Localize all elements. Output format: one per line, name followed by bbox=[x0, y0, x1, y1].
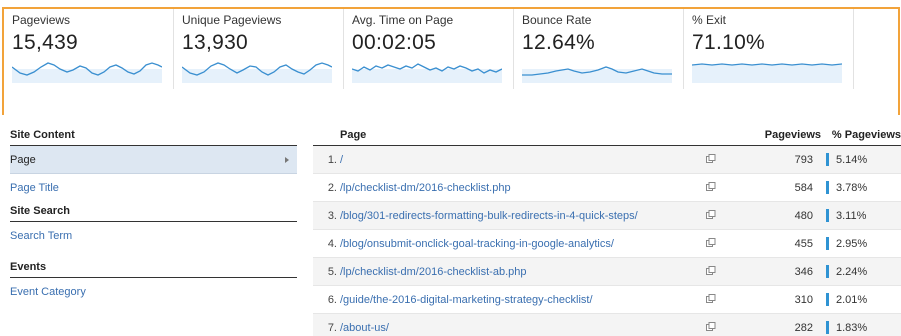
table-row: 7./about-us/282 1.83% bbox=[313, 314, 901, 336]
pct-pageviews-value: 2.24% bbox=[836, 266, 868, 278]
pageviews-value: 455 bbox=[794, 238, 813, 250]
nav-item-page[interactable]: Page bbox=[10, 146, 297, 174]
table-row: 1./ 793 5.14% bbox=[313, 146, 901, 174]
metric-avg-time-on-page[interactable]: Avg. Time on Page 00:02:05 bbox=[344, 9, 514, 89]
pct-bar bbox=[826, 181, 829, 194]
pct-bar bbox=[826, 153, 829, 166]
metric-unique-pageviews[interactable]: Unique Pageviews 13,930 bbox=[174, 9, 344, 89]
page-link[interactable]: /guide/the-2016-digital-marketing-strate… bbox=[340, 294, 593, 306]
pct-pageviews-value: 1.83% bbox=[836, 322, 868, 334]
metric-label: Pageviews bbox=[12, 13, 71, 27]
metric-label: Unique Pageviews bbox=[182, 13, 282, 27]
row-index: 3. bbox=[327, 210, 337, 222]
pageviews-value: 584 bbox=[794, 182, 813, 194]
metric-label: % Exit bbox=[692, 13, 727, 27]
open-page-icon[interactable] bbox=[706, 322, 716, 332]
pageviews-value: 480 bbox=[794, 210, 813, 222]
table-row: 4./blog/onsubmit-onclick-goal-tracking-i… bbox=[313, 230, 901, 258]
pct-pageviews-value: 3.11% bbox=[836, 210, 867, 222]
table-row: 5./lp/checklist-dm/2016-checklist-ab.php… bbox=[313, 258, 901, 286]
table-row: 6./guide/the-2016-digital-marketing-stra… bbox=[313, 286, 901, 314]
open-page-icon[interactable] bbox=[706, 154, 716, 164]
nav-item-search-term[interactable]: Search Term bbox=[10, 222, 297, 250]
nav-section-site-search: Site Search bbox=[10, 202, 297, 222]
table-row: 3./blog/301-redirects-formatting-bulk-re… bbox=[313, 202, 901, 230]
pct-pageviews-value: 2.95% bbox=[836, 238, 868, 250]
metric-label: Bounce Rate bbox=[522, 13, 592, 27]
left-nav: Site Content Page Page Title Site Search… bbox=[10, 126, 297, 306]
row-index: 7. bbox=[327, 322, 337, 334]
open-page-icon[interactable] bbox=[706, 266, 716, 276]
metric-pageviews[interactable]: Pageviews 15,439 bbox=[4, 9, 174, 89]
column-header-pct-pageviews[interactable]: % Pageviews bbox=[832, 129, 901, 141]
page-link[interactable]: /lp/checklist-dm/2016-checklist-ab.php bbox=[340, 266, 526, 278]
nav-section-events: Events bbox=[10, 258, 297, 278]
sparkline-unique-pageviews bbox=[182, 62, 332, 83]
metric-value: 13,930 bbox=[182, 31, 249, 54]
metric-value: 15,439 bbox=[12, 31, 79, 54]
pct-bar bbox=[826, 321, 829, 334]
metric-value: 00:02:05 bbox=[352, 31, 437, 54]
pct-pageviews-value: 5.14% bbox=[836, 154, 868, 166]
page-link[interactable]: /blog/301-redirects-formatting-bulk-redi… bbox=[340, 210, 638, 222]
sparkline-pct-exit bbox=[692, 63, 842, 83]
pct-pageviews-value: 2.01% bbox=[836, 294, 868, 306]
metric-pct-exit[interactable]: % Exit 71.10% bbox=[684, 9, 854, 89]
column-header-page[interactable]: Page bbox=[340, 129, 366, 141]
pageviews-value: 346 bbox=[794, 266, 813, 278]
pct-pageviews-value: 3.78% bbox=[836, 182, 868, 194]
row-index: 2. bbox=[327, 182, 337, 194]
page-link[interactable]: / bbox=[340, 154, 343, 166]
nav-section-site-content: Site Content bbox=[10, 126, 297, 146]
column-header-pageviews[interactable]: Pageviews bbox=[765, 129, 821, 141]
page-link[interactable]: /blog/onsubmit-onclick-goal-tracking-in-… bbox=[340, 238, 614, 250]
row-index: 1. bbox=[327, 154, 337, 166]
open-page-icon[interactable] bbox=[706, 182, 716, 192]
open-page-icon[interactable] bbox=[706, 210, 716, 220]
metric-bounce-rate[interactable]: Bounce Rate 12.64% bbox=[514, 9, 684, 89]
open-page-icon[interactable] bbox=[706, 238, 716, 248]
nav-item-event-category[interactable]: Event Category bbox=[10, 278, 297, 306]
nav-item-page-title[interactable]: Page Title bbox=[10, 174, 297, 202]
pages-table: Page Pageviews % Pageviews 1./ 793 5.14% 2.… bbox=[313, 126, 901, 336]
page-link[interactable]: /about-us/ bbox=[340, 322, 389, 334]
table-row: 2./lp/checklist-dm/2016-checklist.php 584… bbox=[313, 174, 901, 202]
pageviews-value: 793 bbox=[794, 154, 813, 166]
row-index: 5. bbox=[327, 266, 337, 278]
pct-bar bbox=[826, 237, 829, 250]
metrics-panel: Pageviews 15,439 Unique Pageviews 13,930… bbox=[2, 7, 900, 115]
pageviews-value: 310 bbox=[794, 294, 813, 306]
pageviews-value: 282 bbox=[794, 322, 813, 334]
page-link[interactable]: /lp/checklist-dm/2016-checklist.php bbox=[340, 182, 511, 194]
row-index: 6. bbox=[327, 294, 337, 306]
pct-bar bbox=[826, 293, 829, 306]
nav-item-label: Page bbox=[10, 154, 36, 166]
open-page-icon[interactable] bbox=[706, 294, 716, 304]
metric-value: 12.64% bbox=[522, 31, 596, 54]
chevron-right-icon bbox=[285, 157, 289, 163]
sparkline-avg-time bbox=[352, 63, 502, 83]
table-header: Page Pageviews % Pageviews bbox=[313, 126, 901, 146]
metric-value: 71.10% bbox=[692, 31, 766, 54]
sparkline-pageviews bbox=[12, 62, 162, 83]
metric-label: Avg. Time on Page bbox=[352, 13, 454, 27]
sparkline-bounce-rate bbox=[522, 66, 672, 83]
pct-bar bbox=[826, 209, 829, 222]
row-index: 4. bbox=[327, 238, 337, 250]
pct-bar bbox=[826, 265, 829, 278]
